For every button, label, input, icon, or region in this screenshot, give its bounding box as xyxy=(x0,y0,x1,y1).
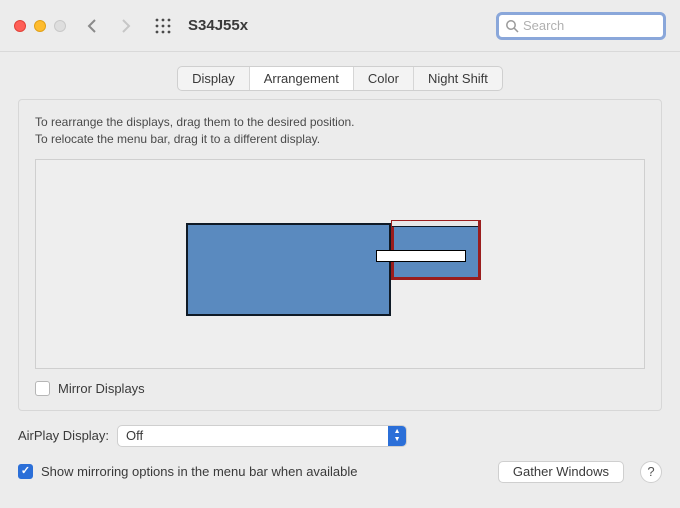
close-window-button[interactable] xyxy=(14,20,26,32)
bottom-row: Show mirroring options in the menu bar w… xyxy=(18,461,662,483)
mirror-displays-checkbox[interactable] xyxy=(35,381,50,396)
mirror-row: Mirror Displays xyxy=(35,381,645,396)
primary-display[interactable] xyxy=(186,223,391,316)
arrangement-canvas[interactable] xyxy=(35,159,645,369)
menu-bar-indicator[interactable] xyxy=(392,221,478,227)
show-mirroring-checkbox[interactable] xyxy=(18,464,33,479)
zoom-window-button xyxy=(54,20,66,32)
nav-buttons xyxy=(84,15,134,37)
tab-color[interactable]: Color xyxy=(354,67,414,90)
gather-windows-label: Gather Windows xyxy=(513,464,609,479)
tab-arrangement[interactable]: Arrangement xyxy=(250,67,354,90)
help-button[interactable]: ? xyxy=(640,461,662,483)
search-field[interactable]: Search xyxy=(496,12,666,40)
forward-button[interactable] xyxy=(116,15,134,37)
body: Display Arrangement Color Night Shift To… xyxy=(0,52,680,508)
tab-segmented-control: Display Arrangement Color Night Shift xyxy=(177,66,503,91)
tab-display[interactable]: Display xyxy=(178,67,250,90)
gather-windows-button[interactable]: Gather Windows xyxy=(498,461,624,483)
search-icon xyxy=(505,19,519,33)
back-button[interactable] xyxy=(84,15,102,37)
titlebar: S34J55x Search xyxy=(0,0,680,52)
displays-pref-window: S34J55x Search Display Arrangement Color… xyxy=(0,0,680,508)
tabs: Display Arrangement Color Night Shift xyxy=(18,66,662,91)
arrangement-panel: To rearrange the displays, drag them to … xyxy=(18,99,662,411)
instructions-line2: To relocate the menu bar, drag it to a d… xyxy=(35,131,645,148)
window-title: S34J55x xyxy=(188,17,248,34)
search-placeholder: Search xyxy=(523,18,564,33)
instructions: To rearrange the displays, drag them to … xyxy=(35,114,645,149)
tab-night-shift[interactable]: Night Shift xyxy=(414,67,502,90)
drag-handle[interactable] xyxy=(376,250,466,262)
instructions-line1: To rearrange the displays, drag them to … xyxy=(35,114,645,131)
chevron-up-down-icon: ▲▼ xyxy=(388,426,406,446)
minimize-window-button[interactable] xyxy=(34,20,46,32)
window-controls xyxy=(14,20,66,32)
mirror-displays-label: Mirror Displays xyxy=(58,381,145,396)
airplay-label: AirPlay Display: xyxy=(18,428,109,443)
airplay-select[interactable]: Off ▲▼ xyxy=(117,425,407,447)
show-all-button[interactable] xyxy=(152,15,174,37)
show-mirroring-label: Show mirroring options in the menu bar w… xyxy=(41,464,358,479)
airplay-row: AirPlay Display: Off ▲▼ xyxy=(18,425,662,447)
help-icon: ? xyxy=(647,464,654,479)
airplay-value: Off xyxy=(126,428,143,443)
